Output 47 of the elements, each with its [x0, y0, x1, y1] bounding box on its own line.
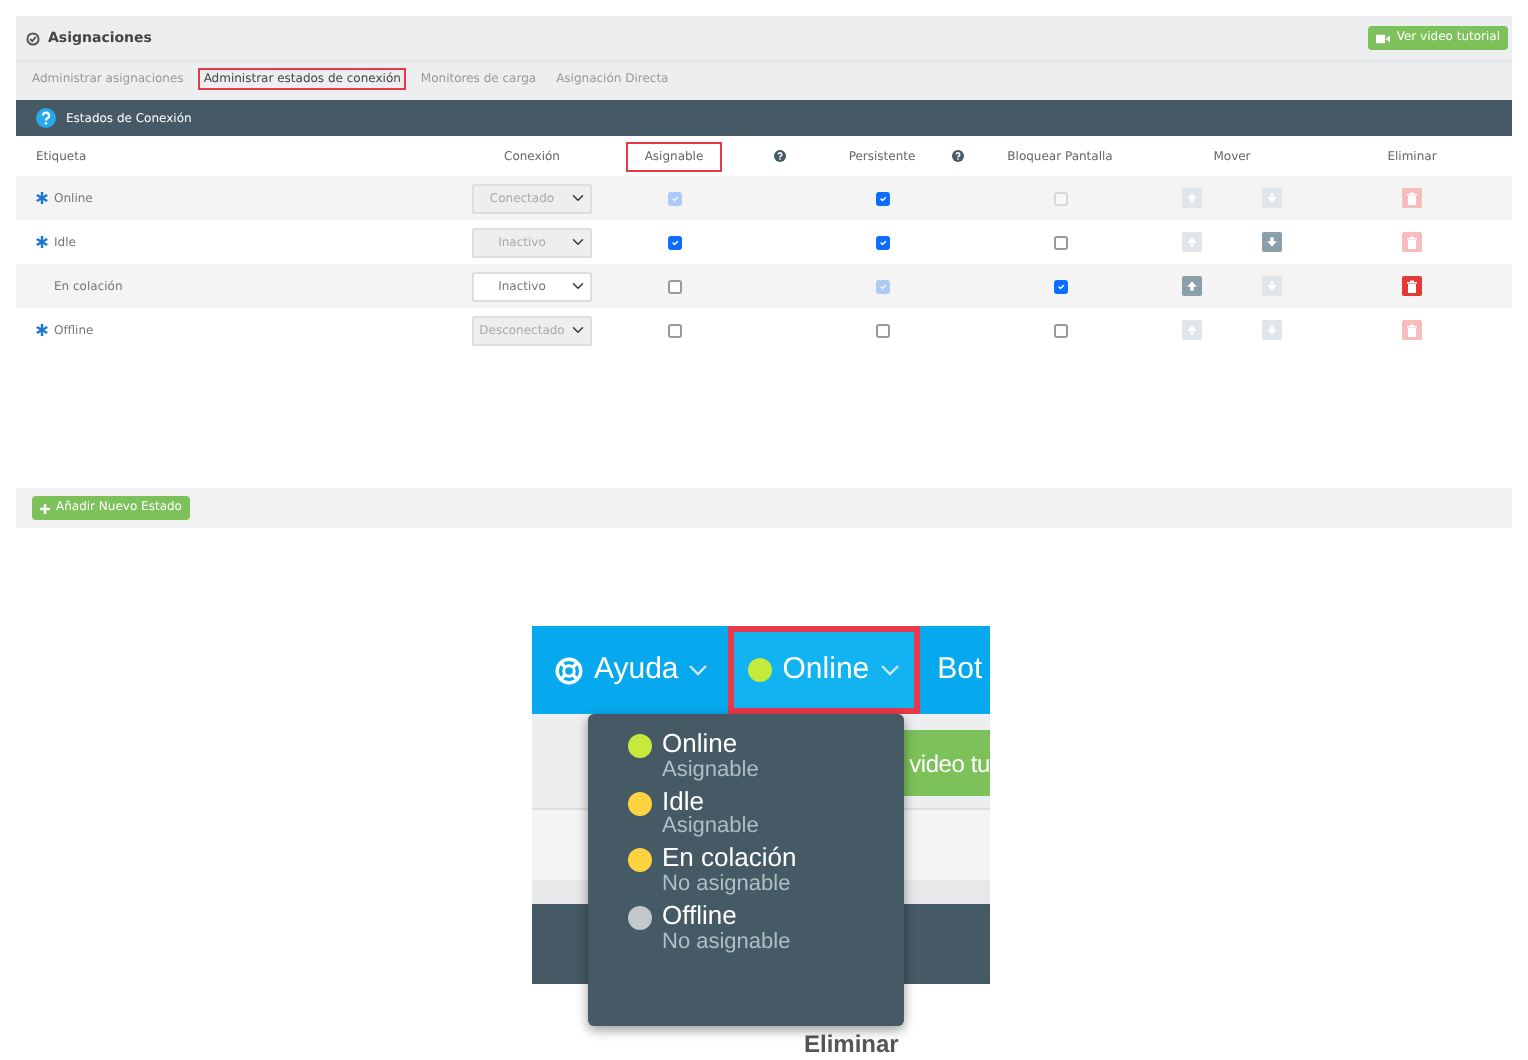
help-icon: [36, 108, 56, 128]
checkbox[interactable]: [875, 323, 889, 337]
status-subtitle: No asignable: [662, 929, 791, 954]
delete-button[interactable]: [1402, 276, 1422, 296]
checkbox[interactable]: [1053, 279, 1067, 293]
checkbox[interactable]: [875, 191, 889, 205]
help-icon: [774, 150, 786, 162]
status-name: Offline: [662, 902, 739, 930]
checkbox[interactable]: [667, 323, 681, 337]
video-tutorial-button[interactable]: video tu: [904, 730, 990, 796]
status-subtitle: Asignable: [662, 814, 759, 839]
video-camera-icon: [1376, 33, 1391, 43]
status-menu-item[interactable]: En colación No asignable: [628, 844, 904, 897]
check-circle-icon: [26, 31, 40, 45]
checkbox[interactable]: [667, 279, 681, 293]
status-name: Idle: [662, 787, 706, 815]
status-subtitle: No asignable: [662, 872, 793, 897]
trash-icon: [1406, 323, 1418, 337]
arrow-up-icon: [1184, 278, 1200, 294]
checkbox[interactable]: [1053, 235, 1067, 249]
nav-item[interactable]: Online: [728, 626, 920, 714]
trash-icon: [1406, 191, 1418, 205]
nav-item[interactable]: Bot: [919, 626, 983, 714]
status-name: En colación: [662, 844, 797, 873]
move-up-button[interactable]: [1182, 276, 1202, 296]
trash-icon: [1406, 279, 1418, 293]
arrow-up-icon: [1184, 234, 1200, 250]
plus-icon: [40, 503, 50, 513]
status-subtitle: Asignable: [662, 757, 759, 782]
arrow-up-icon: [1184, 190, 1200, 206]
column-header: Eliminar: [804, 1030, 899, 1058]
arrow-down-icon: [1264, 190, 1280, 206]
help-icon: [952, 150, 964, 162]
arrow-down-icon: [1264, 278, 1280, 294]
status-menu-item[interactable]: Idle Asignable: [628, 787, 904, 839]
move-down-button[interactable]: [1262, 232, 1282, 252]
checkbox[interactable]: [667, 235, 681, 249]
checkbox[interactable]: [1053, 323, 1067, 337]
arrow-down-icon: [1264, 234, 1280, 250]
nav-item[interactable]: Ayuda: [532, 626, 729, 714]
arrow-down-icon: [1264, 322, 1280, 338]
status-menu-item[interactable]: Online Asignable: [628, 730, 904, 782]
trash-icon: [1406, 235, 1418, 249]
arrow-up-icon: [1184, 322, 1200, 338]
status-name: Online: [662, 730, 740, 758]
lifebuoy-icon: [554, 655, 584, 685]
checkbox[interactable]: [875, 235, 889, 249]
